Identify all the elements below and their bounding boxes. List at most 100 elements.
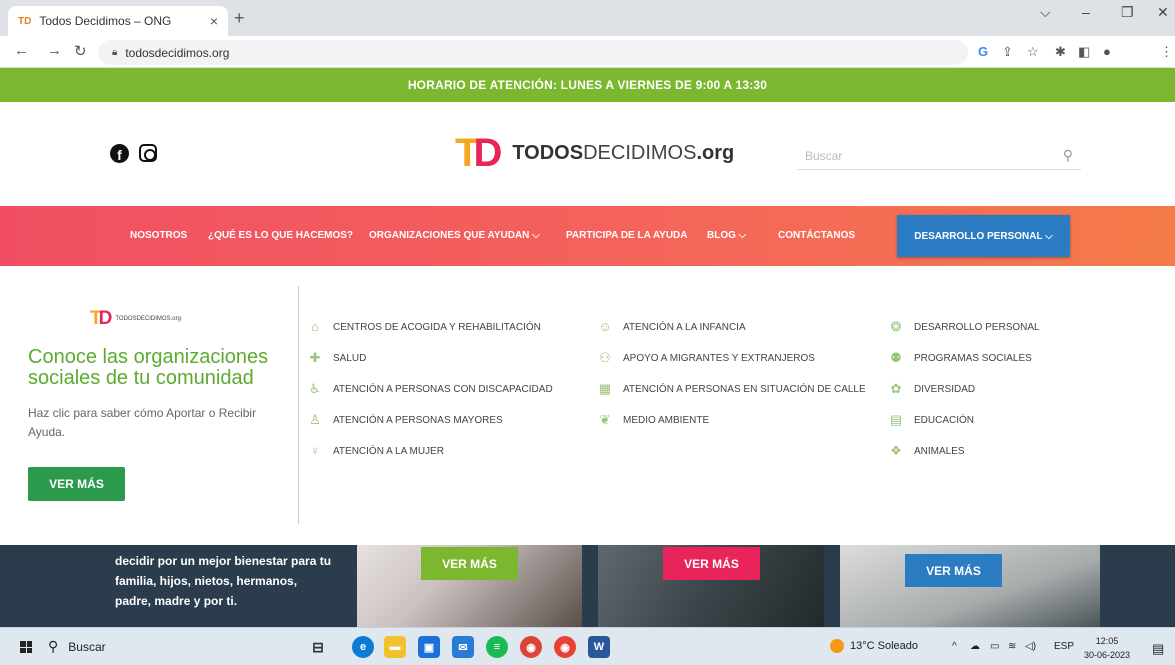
address-bar[interactable]: 🔒︎ todosdecidimos.org — [98, 40, 968, 65]
nav-participa[interactable]: PARTICIPA DE LA AYUDA — [566, 230, 688, 241]
menu-link-salud[interactable]: ✚ SALUD — [307, 350, 367, 366]
notifications-icon[interactable]: ▤ — [1152, 641, 1164, 657]
growth-icon: ❂ — [890, 319, 902, 334]
menu-link-acogida[interactable]: ⌂ CENTROS DE ACOGIDA Y REHABILITACIÓN — [307, 319, 541, 335]
profile-icon[interactable]: ● — [1103, 44, 1111, 59]
menu-link-educacion[interactable]: ▤ EDUCACIÓN — [888, 412, 974, 428]
wifi-icon[interactable]: ≋ — [1008, 641, 1016, 652]
share-icon[interactable]: ⇪ — [1002, 44, 1013, 60]
sidepanel-icon[interactable]: ◧ — [1078, 44, 1090, 60]
logo-light: DECIDIMOS — [583, 141, 697, 164]
banner-button-1[interactable]: VER MÁS — [421, 547, 518, 580]
search-placeholder: Buscar — [805, 148, 843, 163]
site-logo[interactable]: TD TODOSDECIDIMOS.org — [455, 133, 734, 173]
site-search-input[interactable]: Buscar ⚲ — [797, 142, 1081, 170]
extensions-icon[interactable]: ✱ — [1055, 44, 1066, 60]
banner-text: decidir por un mejor bienestar para tu f… — [115, 554, 332, 608]
language-indicator[interactable]: ESP — [1054, 641, 1074, 652]
search-icon[interactable]: ⚲ — [1063, 147, 1073, 164]
onedrive-icon[interactable]: ☁ — [970, 641, 980, 652]
logo-mark-icon: TD — [455, 131, 502, 175]
reload-icon[interactable]: ↻ — [74, 42, 87, 60]
banner-button-3[interactable]: VER MÁS — [905, 554, 1002, 587]
leaf-icon: ❦ — [599, 412, 611, 427]
task-view-icon[interactable]: ⊟ — [307, 636, 329, 658]
community-icon: ⚉ — [890, 350, 902, 365]
shelter-icon: ▦ — [598, 381, 612, 396]
menu-icon[interactable]: ⋮ — [1160, 44, 1173, 60]
tab-title: Todos Decidimos – ONG — [39, 14, 172, 28]
tray-chevron-icon[interactable]: ^ — [952, 641, 957, 652]
wheelchair-icon: ♿︎ — [309, 381, 321, 396]
chrome-icon[interactable]: ◉ — [520, 636, 542, 658]
diversity-icon: ✿ — [890, 381, 902, 396]
mail-icon[interactable]: ✉ — [452, 636, 474, 658]
menu-link-migrantes[interactable]: ⚇ APOYO A MIGRANTES Y EXTRANJEROS — [597, 350, 815, 366]
health-icon: ✚ — [309, 350, 321, 365]
menu-link-medio-ambiente[interactable]: ❦ MEDIO AMBIENTE — [597, 412, 710, 428]
tab-search-icon[interactable]: ⌵ — [1040, 4, 1051, 21]
battery-icon[interactable]: ▭ — [990, 641, 999, 652]
logo-bold: TODOS — [512, 141, 584, 164]
menu-link-desarrollo[interactable]: ❂ DESARROLLO PERSONAL — [888, 319, 1040, 335]
menu-link-discapacidad[interactable]: ♿︎ ATENCIÓN A PERSONAS CON DISCAPACIDAD — [307, 381, 553, 397]
back-icon[interactable]: ← — [14, 42, 29, 59]
house-icon: ⌂ — [311, 319, 319, 334]
word-icon[interactable]: W — [588, 636, 610, 658]
woman-icon: ♀ — [310, 443, 320, 458]
mega-description: Haz clic para saber cómo Aportar o Recib… — [28, 406, 257, 439]
clock[interactable]: 12:05 30-06-2023 — [1084, 634, 1130, 662]
file-explorer-icon[interactable]: ▬ — [384, 636, 406, 658]
lock-icon: 🔒︎ — [112, 47, 118, 58]
banner-button-2[interactable]: VER MÁS — [663, 547, 760, 580]
menu-link-mayores[interactable]: ♙ ATENCIÓN A PERSONAS MAYORES — [307, 412, 503, 428]
close-window-icon[interactable]: ✕ — [1157, 4, 1169, 21]
bookmark-star-icon[interactable]: ☆ — [1027, 44, 1039, 60]
logo-suffix: .org — [696, 141, 735, 164]
nav-organizaciones[interactable]: ORGANIZACIONES QUE AYUDAN ⌵ — [369, 230, 540, 241]
browser-tab[interactable]: TD Todos Decidimos – ONG × — [8, 6, 228, 36]
elderly-icon: ♙ — [309, 412, 321, 427]
search-icon: ⚲ — [48, 638, 59, 654]
taskbar-search[interactable]: ⚲ Buscar — [48, 638, 106, 655]
hours-bar: HORARIO DE ATENCIÓN: LUNES A VIERNES DE … — [0, 68, 1175, 102]
menu-link-mujer[interactable]: ♀ ATENCIÓN A LA MUJER — [307, 443, 444, 459]
menu-link-animales[interactable]: ❖ ANIMALES — [888, 443, 964, 459]
facebook-icon[interactable]: f — [110, 144, 129, 163]
new-tab-icon[interactable]: + — [234, 8, 245, 29]
store-icon[interactable]: ▣ — [418, 636, 440, 658]
minimize-icon[interactable]: – — [1082, 4, 1090, 20]
forward-icon[interactable]: → — [47, 42, 62, 59]
spotify-icon[interactable]: ≡ — [486, 636, 508, 658]
menu-link-programas[interactable]: ⚉ PROGRAMAS SOCIALES — [888, 350, 1032, 366]
sun-icon — [830, 639, 844, 653]
google-icon[interactable]: G — [978, 44, 988, 59]
edge-icon[interactable]: e — [352, 636, 374, 658]
menu-link-calle[interactable]: ▦ ATENCIÓN A PERSONAS EN SITUACIÓN DE CAL… — [597, 381, 866, 397]
weather-widget[interactable]: 13°C Soleado — [830, 639, 918, 653]
restore-icon[interactable]: ❐ — [1121, 4, 1134, 21]
divider — [298, 286, 299, 524]
instagram-icon[interactable] — [139, 144, 157, 162]
start-icon[interactable] — [20, 641, 32, 653]
nav-que-hacemos[interactable]: ¿QUÉ ES LO QUE HACEMOS? — [208, 230, 353, 241]
nav-contactanos[interactable]: CONTÁCTANOS — [778, 230, 855, 241]
volume-icon[interactable]: ◁) — [1025, 641, 1036, 652]
close-tab-icon[interactable]: × — [210, 13, 218, 29]
menu-link-diversidad[interactable]: ✿ DIVERSIDAD — [888, 381, 976, 397]
people-icon: ⚇ — [599, 350, 611, 365]
nav-blog[interactable]: BLOG ⌵ — [707, 230, 746, 241]
paw-icon: ❖ — [890, 443, 902, 458]
url-text: todosdecidimos.org — [125, 45, 230, 60]
nav-desarrollo-personal[interactable]: DESARROLLO PERSONAL ⌵ — [897, 215, 1070, 257]
chrome-profile-icon[interactable]: ◉ — [554, 636, 576, 658]
nav-nosotros[interactable]: NOSOTROS — [130, 230, 187, 241]
mega-logo: TD TODOSDECIDIMOS.org — [90, 308, 181, 329]
menu-link-infancia[interactable]: ☺ ATENCIÓN A LA INFANCIA — [597, 319, 745, 335]
book-icon: ▤ — [889, 412, 903, 427]
child-icon: ☺ — [598, 319, 612, 334]
social-links: f — [110, 144, 157, 163]
mega-heading: Conoce las organizaciones sociales de tu… — [28, 346, 269, 389]
ver-mas-button[interactable]: VER MÁS — [28, 467, 125, 501]
favicon-icon: TD — [18, 15, 32, 27]
